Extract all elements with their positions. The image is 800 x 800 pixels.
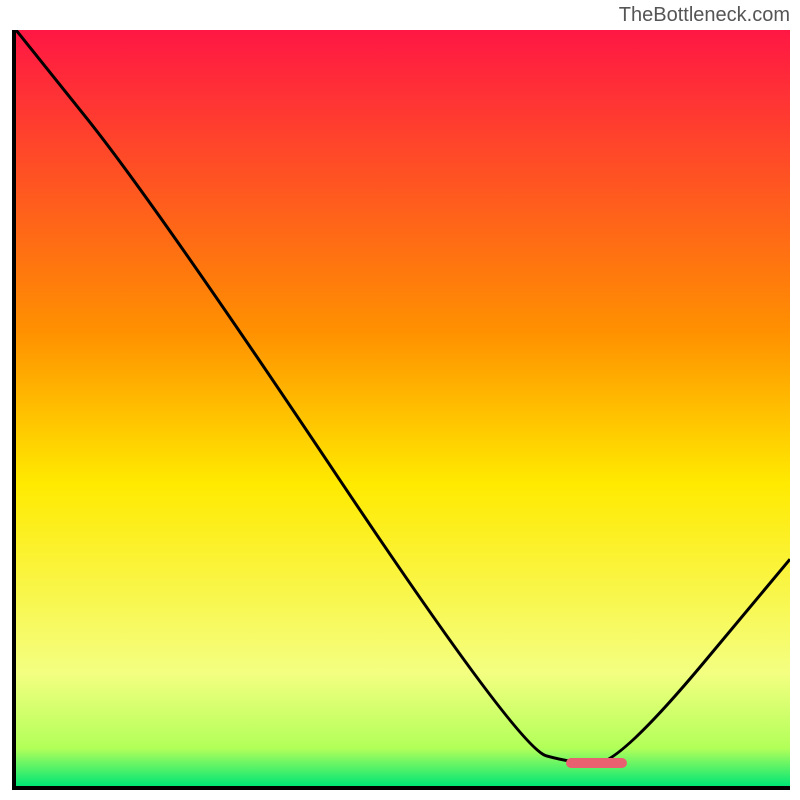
chart-plot-area (12, 30, 790, 790)
optimal-marker (566, 758, 628, 768)
gradient-background (16, 30, 790, 786)
watermark-text: TheBottleneck.com (619, 4, 790, 27)
